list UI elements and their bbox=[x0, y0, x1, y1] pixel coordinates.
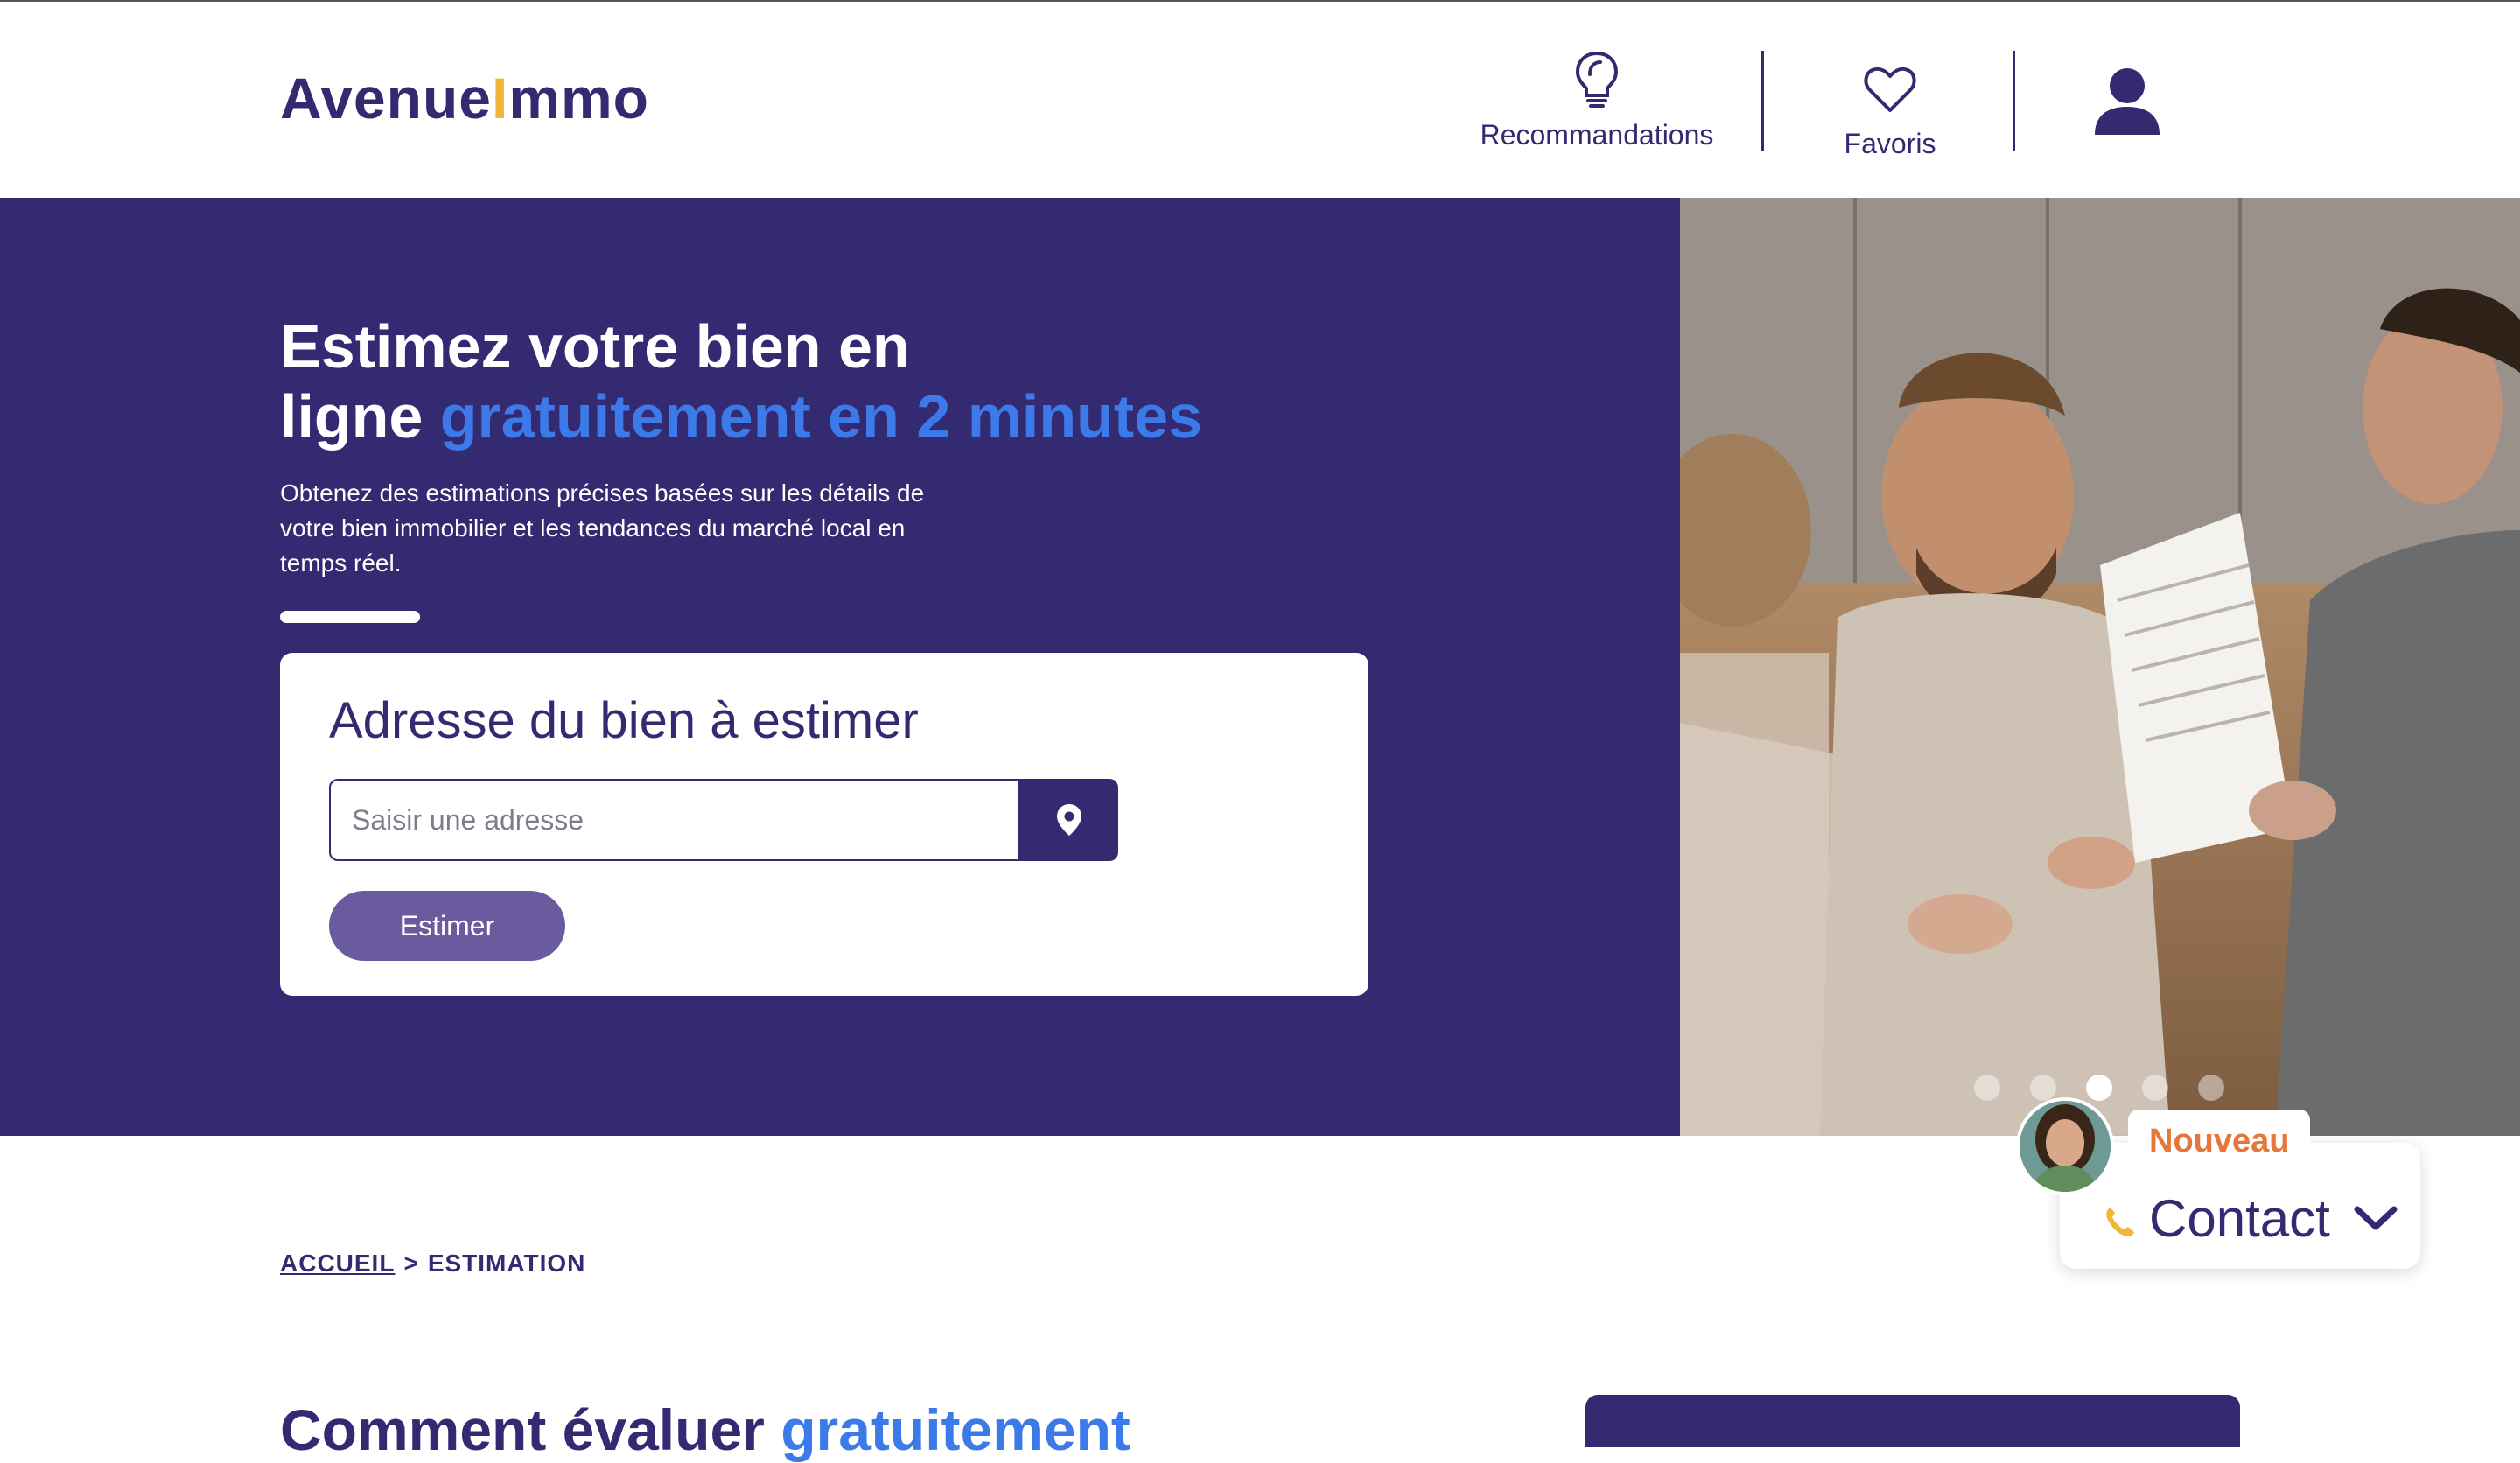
estimate-form-card: Adresse du bien à estimer Estimer bbox=[280, 653, 1368, 996]
section-title-text: Comment évaluer bbox=[280, 1397, 781, 1462]
breadcrumb-separator: > bbox=[403, 1250, 419, 1277]
hero-section: Estimez votre bien en ligne gratuitement… bbox=[0, 198, 1680, 1136]
section-title: Comment évaluer gratuitement bbox=[280, 1396, 1130, 1463]
estimate-button[interactable]: Estimer bbox=[329, 891, 565, 961]
agent-portrait bbox=[2020, 1101, 2110, 1192]
breadcrumb-home-link[interactable]: ACCUEIL bbox=[280, 1250, 395, 1277]
breadcrumb: ACCUEIL > ESTIMATION bbox=[280, 1250, 585, 1278]
logo-text-part1: Avenue bbox=[280, 66, 492, 130]
site-header: AvenueImmo Recommandations Favoris bbox=[0, 2, 2520, 198]
carousel-dot[interactable] bbox=[1974, 1074, 2000, 1101]
site-logo[interactable]: AvenueImmo bbox=[280, 65, 649, 131]
user-account-icon[interactable] bbox=[2091, 66, 2163, 136]
carousel-dot[interactable] bbox=[2198, 1074, 2224, 1101]
hero-photo bbox=[1680, 198, 2520, 1136]
people-reviewing-document-image bbox=[1680, 198, 2520, 1136]
locate-address-button[interactable] bbox=[1020, 779, 1118, 861]
nav-recommendations[interactable]: Recommandations bbox=[1470, 47, 1724, 152]
carousel-dot[interactable] bbox=[2030, 1074, 2056, 1101]
logo-text-accent: I bbox=[491, 66, 509, 130]
side-panel bbox=[1586, 1395, 2240, 1447]
new-badge: Nouveau bbox=[2128, 1110, 2311, 1172]
chevron-down-icon[interactable] bbox=[2354, 1204, 2398, 1232]
nav-recommendations-label: Recommandations bbox=[1480, 119, 1714, 150]
nav-favorites[interactable]: Favoris bbox=[1820, 47, 1960, 159]
hero-subtitle: Obtenez des estimations précises basées … bbox=[280, 480, 925, 577]
form-title: Adresse du bien à estimer bbox=[329, 692, 919, 749]
hero-title-line2: ligne bbox=[280, 382, 440, 451]
hero-title: Estimez votre bien en ligne gratuitement… bbox=[280, 312, 1330, 452]
carousel-dot-active[interactable] bbox=[2086, 1074, 2112, 1101]
breadcrumb-current: ESTIMATION bbox=[427, 1250, 586, 1277]
nav-divider bbox=[2012, 51, 2015, 150]
contact-label: Contact bbox=[2149, 1189, 2330, 1248]
address-input[interactable] bbox=[329, 779, 1020, 861]
heart-icon bbox=[1864, 66, 1916, 112]
section-title-accent: gratuitement bbox=[780, 1397, 1130, 1462]
hero-title-accent: gratuitement en 2 minutes bbox=[439, 382, 1203, 451]
hero-decorative-bar bbox=[280, 611, 420, 623]
carousel-dot[interactable] bbox=[2142, 1074, 2168, 1101]
lightbulb-icon bbox=[1575, 51, 1619, 108]
nav-divider bbox=[1761, 51, 1764, 150]
nav-favorites-label: Favoris bbox=[1844, 128, 1936, 159]
contact-agent-avatar bbox=[2016, 1097, 2114, 1195]
hero-title-line1: Estimez votre bien en bbox=[280, 312, 910, 381]
logo-text-part2: mmo bbox=[508, 66, 649, 130]
phone-icon bbox=[2106, 1208, 2134, 1237]
location-pin-icon bbox=[1057, 804, 1082, 836]
